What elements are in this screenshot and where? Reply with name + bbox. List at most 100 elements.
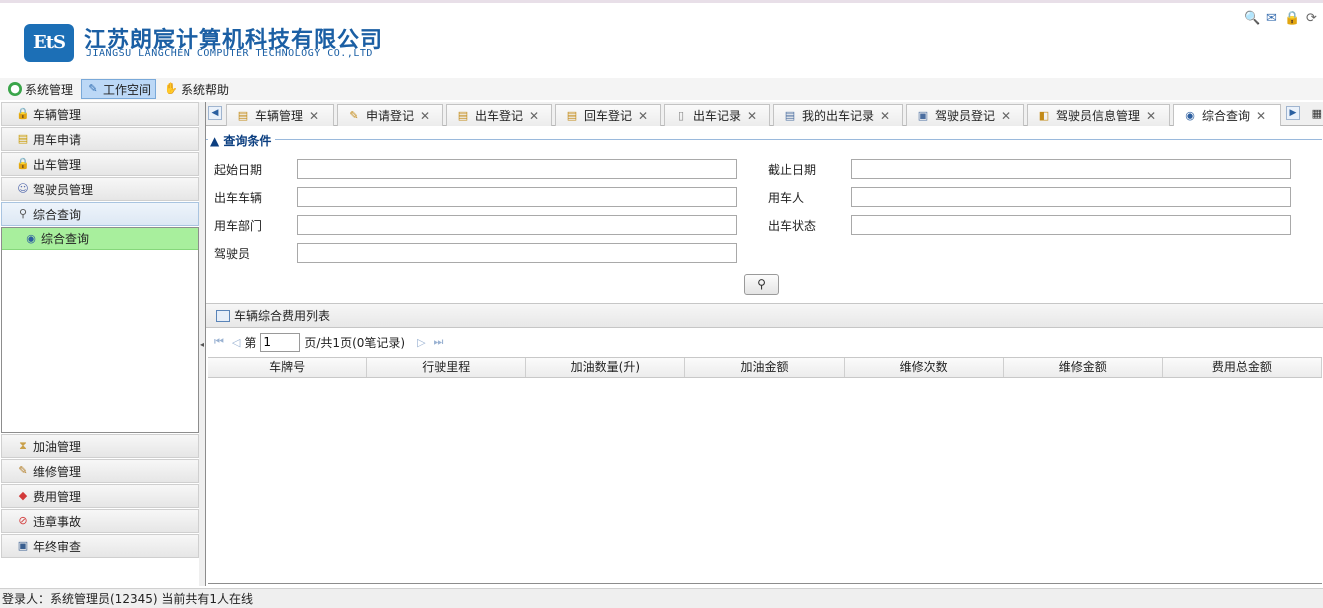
tab-dispatch-records[interactable]: ▯ 出车记录 ✕: [664, 104, 770, 126]
tab-label: 出车记录: [693, 109, 742, 123]
menu-label: 系统管理: [25, 82, 74, 97]
tab-return-register[interactable]: ▤ 回车登记 ✕: [555, 104, 661, 126]
dept-field[interactable]: [297, 215, 737, 235]
search-button[interactable]: ⚲: [744, 274, 779, 295]
tab-comprehensive-query[interactable]: ◉ 综合查询 ✕: [1173, 104, 1281, 126]
tab-label: 出车登记: [475, 109, 524, 123]
sidebar-item-label: 综合查询: [33, 207, 82, 222]
tab-label: 我的出车记录: [802, 109, 875, 123]
tab-vehicle-mgmt[interactable]: ▤ 车辆管理 ✕: [226, 104, 334, 126]
tab-request-register[interactable]: ✎ 申请登记 ✕: [337, 104, 443, 126]
query-fieldset-legend[interactable]: ▲ 查询条件: [208, 132, 276, 149]
car-icon: ▣: [17, 539, 29, 552]
page-number-input[interactable]: [260, 332, 301, 352]
pagination-bar: ⏮ ◁ 第 页/共1页(0笔记录) ▷ ⏭: [206, 329, 1323, 355]
sidebar-item-dispatch-mgmt[interactable]: 🔒 出车管理: [1, 152, 199, 176]
last-page-icon[interactable]: ⏭: [434, 335, 444, 349]
main-panel: ◀ ▤ 车辆管理 ✕ ✎ 申请登记 ✕ ▤ 出车登记 ✕ ▤ 回车登记 ✕ ▯ …: [205, 102, 1323, 586]
sidebar-item-label: 维修管理: [33, 464, 82, 479]
close-icon[interactable]: ✕: [1256, 109, 1266, 123]
tab-menu-grid-icon[interactable]: ▦: [1312, 107, 1322, 120]
first-page-icon[interactable]: ⏮: [214, 335, 224, 349]
tab-driver-register[interactable]: ▣ 驾驶员登记 ✕: [906, 104, 1024, 126]
lock-icon: 🔒: [16, 157, 30, 170]
col-header-repair-amount[interactable]: 维修金额: [1004, 358, 1163, 377]
collapse-caret-icon[interactable]: ▲: [210, 134, 219, 148]
sidebar-item-annual-review[interactable]: ▣ 年终审查: [1, 534, 199, 558]
vehicle-label: 出车车辆: [214, 191, 263, 205]
form-icon: ▤: [457, 108, 469, 122]
refresh-icon[interactable]: ⟳: [1304, 11, 1319, 26]
start-date-field[interactable]: [297, 159, 737, 179]
grid-body: [208, 378, 1322, 584]
driver-field[interactable]: [297, 243, 737, 263]
menu-system-help[interactable]: ✋ 系统帮助: [160, 79, 233, 99]
col-header-fuel-qty[interactable]: 加油数量(升): [526, 358, 686, 377]
sidebar-subitem-label: 综合查询: [41, 232, 90, 246]
eye-icon: ◉: [1185, 108, 1195, 122]
sidebar-panel-body: ◉ 综合查询: [1, 227, 199, 433]
mail-icon[interactable]: ✉: [1264, 11, 1279, 26]
help-icon: ✋: [164, 82, 178, 95]
tab-driver-info-mgmt[interactable]: ◧ 驾驶员信息管理 ✕: [1027, 104, 1170, 126]
tab-scroll-right-icon[interactable]: ▶: [1286, 106, 1300, 120]
col-header-mileage[interactable]: 行驶里程: [367, 358, 527, 377]
sidebar-item-fuel-mgmt[interactable]: ⧗ 加油管理: [1, 434, 199, 458]
collapse-arrow-icon[interactable]: ◂: [200, 340, 204, 349]
sidebar-item-expense-mgmt[interactable]: ◆ 费用管理: [1, 484, 199, 508]
prev-page-icon[interactable]: ◁: [232, 336, 240, 349]
query-fieldset-border: [206, 139, 1322, 140]
vehicle-field[interactable]: [297, 187, 737, 207]
col-header-fuel-amount[interactable]: 加油金额: [685, 358, 845, 377]
page-summary: 页/共1页(0笔记录): [304, 335, 406, 350]
form-icon: ▤: [237, 108, 249, 122]
pencil-icon: ✎: [349, 108, 359, 122]
close-icon[interactable]: ✕: [1001, 109, 1011, 123]
col-header-repair-count[interactable]: 维修次数: [845, 358, 1004, 377]
col-header-plate[interactable]: 车牌号: [208, 358, 368, 377]
tab-label: 车辆管理: [255, 109, 304, 123]
form-icon: ▤: [17, 132, 29, 145]
end-date-field[interactable]: [851, 159, 1291, 179]
close-icon[interactable]: ✕: [420, 109, 430, 123]
sidebar-item-violation-accident[interactable]: ⊘ 违章事故: [1, 509, 199, 533]
sidebar-item-comprehensive-query[interactable]: ⚲ 综合查询: [1, 202, 199, 226]
sidebar-item-vehicle-request[interactable]: ▤ 用车申请: [1, 127, 199, 151]
next-page-icon[interactable]: ▷: [417, 336, 425, 349]
tab-label: 综合查询: [1202, 109, 1251, 123]
sidebar-item-repair-mgmt[interactable]: ✎ 维修管理: [1, 459, 199, 483]
close-icon[interactable]: ✕: [638, 109, 648, 123]
tab-scroll-left-icon[interactable]: ◀: [208, 106, 222, 120]
close-icon[interactable]: ✕: [529, 109, 539, 123]
driver-label: 驾驶员: [214, 247, 251, 261]
col-header-total-cost[interactable]: 费用总金额: [1163, 358, 1322, 377]
header-toolbar: 🔍 ✉ 🔒 ⟳: [1244, 11, 1319, 26]
wrench-icon: ✎: [18, 464, 28, 477]
status-field[interactable]: [851, 215, 1291, 235]
sidebar-item-label: 驾驶员管理: [33, 182, 94, 197]
sidebar-item-label: 年终审查: [33, 539, 82, 554]
main-menubar: ● 系统管理 ✎ 工作空间 ✋ 系统帮助: [0, 78, 1323, 100]
lock-icon[interactable]: 🔒: [1284, 11, 1300, 26]
alert-icon: ⊘: [18, 514, 28, 527]
close-icon[interactable]: ✕: [880, 109, 890, 123]
close-icon[interactable]: ✕: [1146, 109, 1156, 123]
close-icon[interactable]: ✕: [309, 109, 319, 123]
start-date-label: 起始日期: [214, 163, 263, 177]
search-icon[interactable]: 🔍: [1244, 11, 1260, 26]
close-icon[interactable]: ✕: [747, 109, 757, 123]
menu-system-admin[interactable]: ● 系统管理: [4, 79, 77, 99]
company-name-en: JIANGSU LANGCHEN COMPUTER TECHNOLOGY CO.…: [86, 48, 373, 59]
company-logo: EtS: [24, 24, 74, 62]
sidebar-item-driver-mgmt[interactable]: ☺ 驾驶员管理: [1, 177, 199, 201]
menu-label: 系统帮助: [181, 82, 230, 97]
document-icon: ▯: [677, 108, 685, 122]
tab-dispatch-register[interactable]: ▤ 出车登记 ✕: [446, 104, 552, 126]
tab-my-dispatch-records[interactable]: ▤ 我的出车记录 ✕: [773, 104, 903, 126]
grid-title-bar: 车辆综合费用列表: [206, 303, 1323, 328]
menu-workspace[interactable]: ✎ 工作空间: [81, 79, 157, 99]
user-field[interactable]: [851, 187, 1291, 207]
tab-label: 回车登记: [584, 109, 633, 123]
sidebar-item-vehicle-mgmt[interactable]: 🔒 车辆管理: [1, 102, 199, 126]
sidebar-subitem-comprehensive-query[interactable]: ◉ 综合查询: [2, 228, 198, 250]
